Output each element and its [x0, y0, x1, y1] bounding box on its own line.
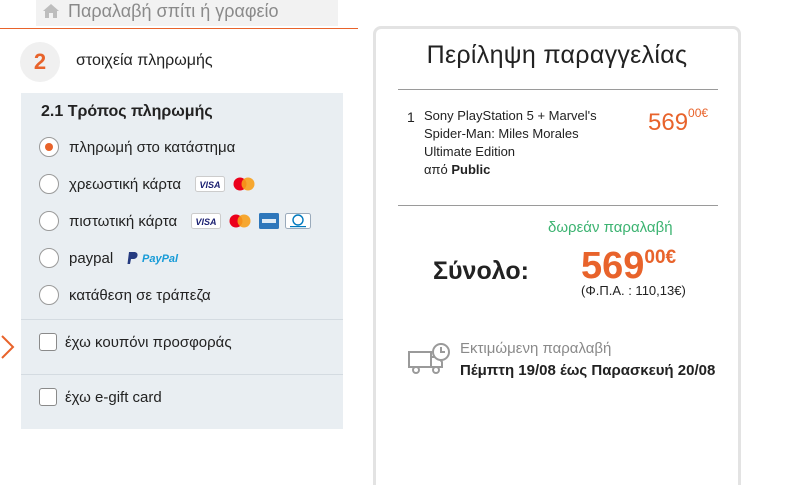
coupon-check-row[interactable]: έχω κουπόνι προσφοράς [39, 331, 232, 353]
radio-store[interactable] [39, 137, 59, 157]
divider [398, 89, 718, 90]
mastercard-logo-icon [229, 214, 251, 228]
item-seller-prefix: από [424, 162, 448, 177]
payment-option-label: πληρωμή στο κατάστημα [69, 138, 236, 156]
order-summary-title: Περίληψη παραγγελίας [426, 41, 688, 69]
delivery-section-title[interactable]: Παραλαβή σπίτι ή γραφείο [68, 0, 279, 22]
radio-paypal[interactable] [39, 248, 59, 268]
payment-option-paypal[interactable]: paypal PayPal [39, 247, 191, 269]
radio-bank-deposit[interactable] [39, 285, 59, 305]
coupon-checkbox[interactable] [39, 333, 57, 351]
payment-method-title: 2.1 Τρόπος πληρωμής [41, 103, 213, 120]
item-price: 56900€ [648, 106, 709, 137]
item-price-cents: 00€ [688, 106, 709, 120]
total-label: Σύνολο: [433, 257, 529, 285]
coupon-label: έχω κουπόνι προσφοράς [65, 333, 232, 351]
payment-option-debit-card[interactable]: χρεωστική κάρτα VISA [39, 173, 263, 195]
payment-option-label: χρεωστική κάρτα [69, 175, 182, 193]
delivery-truck-icon [408, 343, 450, 374]
item-quantity: 1 [407, 109, 415, 125]
item-details: Sony PlayStation 5 + Marvel's Spider-Man… [424, 107, 624, 179]
payment-option-credit-card[interactable]: πιστωτική κάρτα VISA [39, 210, 317, 232]
visa-logo-icon: VISA [191, 213, 222, 229]
item-name[interactable]: Sony PlayStation 5 + Marvel's Spider-Man… [424, 108, 597, 159]
item-seller: Public [451, 162, 491, 177]
radio-debit-card[interactable] [39, 174, 59, 194]
payment-option-bank-deposit[interactable]: κατάθεση σε τράπεζα [39, 284, 225, 306]
mastercard-logo-icon [233, 177, 255, 191]
payment-option-store[interactable]: πληρωμή στο κατάστημα [39, 136, 249, 158]
svg-text:VISA: VISA [200, 180, 221, 190]
estimated-delivery-dates: Πέμπτη 19/08 έως Παρασκευή 20/08 [460, 362, 716, 379]
total-price: 56900€ [581, 245, 676, 288]
estimated-delivery-label: Εκτιμώμενη παραλαβή [460, 340, 612, 357]
gift-card-check-row[interactable]: έχω e-gift card [39, 386, 162, 408]
payment-option-label: paypal [69, 249, 114, 267]
item-price-main: 569 [648, 109, 689, 136]
order-summary-card: Περίληψη παραγγελίας 1 Sony PlayStation … [373, 26, 741, 485]
svg-text:PayPal: PayPal [142, 253, 179, 265]
paypal-logo-icon: PayPal [127, 252, 179, 265]
divider [21, 374, 343, 375]
svg-text:VISA: VISA [196, 217, 217, 227]
total-price-cents: 00€ [644, 247, 677, 268]
gift-card-checkbox[interactable] [39, 388, 57, 406]
payment-option-label: πιστωτική κάρτα [69, 212, 178, 230]
radio-credit-card[interactable] [39, 211, 59, 231]
divider [398, 205, 718, 206]
step-label: στοιχεία πληρωμής [76, 52, 213, 69]
section-divider [0, 28, 358, 29]
visa-logo-icon: VISA [195, 176, 226, 192]
step-number-badge: 2 [20, 42, 60, 82]
gift-card-label: έχω e-gift card [65, 388, 162, 406]
payment-option-label: κατάθεση σε τράπεζα [69, 286, 211, 304]
free-shipping-label: δωρεάν παραλαβή [548, 219, 673, 236]
chevron-right-icon[interactable] [0, 334, 16, 360]
vat-amount: (Φ.Π.Α. : 110,13€) [581, 283, 686, 298]
divider [21, 319, 343, 320]
amex-logo-icon [259, 213, 280, 229]
diners-club-logo-icon [285, 213, 312, 229]
total-price-main: 569 [581, 245, 645, 287]
home-icon [43, 4, 59, 18]
payment-method-panel: 2.1 Τρόπος πληρωμής πληρωμή στο κατάστημ… [21, 93, 343, 429]
